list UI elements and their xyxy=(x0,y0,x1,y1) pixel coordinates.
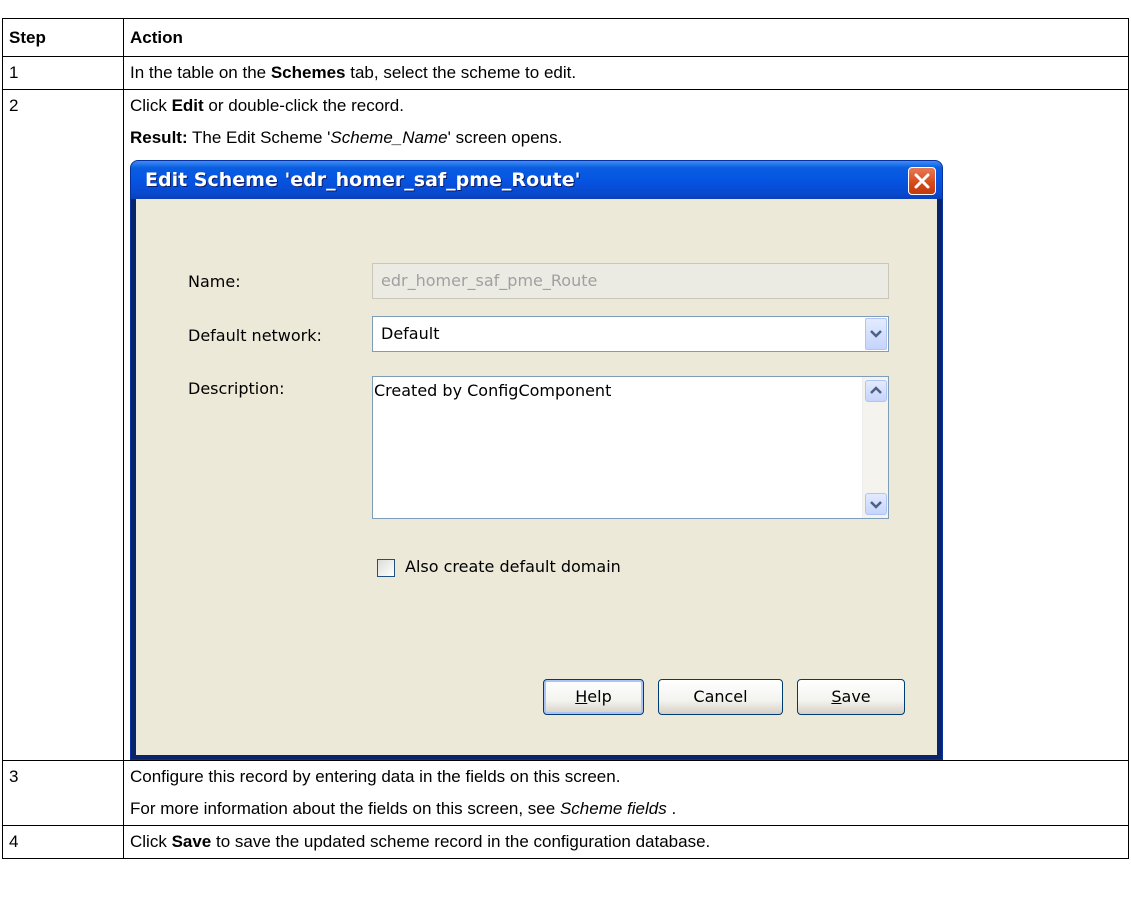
default-network-value: Default xyxy=(381,324,440,343)
step-number: 1 xyxy=(2,56,124,90)
step-number: 2 xyxy=(2,89,124,761)
text-segment: . xyxy=(666,799,677,818)
also-create-domain-checkbox[interactable] xyxy=(377,559,395,577)
dialog-title: Edit Scheme 'edr_homer_saf_pme_Route' xyxy=(145,169,581,191)
table-row: 2 Click Edit or double-click the record.… xyxy=(2,89,1129,761)
description-textarea[interactable]: Created by ConfigComponent xyxy=(372,376,889,519)
step-number: 3 xyxy=(2,760,124,826)
text-segment: The Edit Scheme ' xyxy=(187,128,331,147)
cancel-button[interactable]: Cancel xyxy=(658,679,783,715)
text-segment: ' screen opens. xyxy=(447,128,563,147)
action-text: Click Edit or double-click the record. xyxy=(130,90,1122,122)
scroll-down-button[interactable] xyxy=(865,493,887,515)
table-header-row: Step Action xyxy=(2,18,1129,57)
close-icon xyxy=(914,173,930,189)
text-segment: tab, select the scheme to edit. xyxy=(345,63,577,82)
text-segment: In the table on the xyxy=(130,63,271,82)
result-label: Result: xyxy=(130,128,188,147)
text-segment: Click xyxy=(130,96,172,115)
help-button[interactable]: Help xyxy=(543,679,644,715)
header-step: Step xyxy=(2,18,124,57)
step-number: 4 xyxy=(2,825,124,859)
default-network-label: Default network: xyxy=(188,326,322,345)
bold-term: Save xyxy=(171,832,212,851)
table-row: 1 In the table on the Schemes tab, selec… xyxy=(2,56,1129,90)
text-segment: Click xyxy=(130,832,172,851)
chevron-down-icon xyxy=(870,330,882,338)
mnemonic: H xyxy=(575,687,588,706)
description-value: Created by ConfigComponent xyxy=(374,381,612,400)
close-button[interactable] xyxy=(908,167,936,195)
italic-term: Scheme_Name xyxy=(330,128,448,147)
arrow-down-icon xyxy=(870,501,882,509)
action-text: In the table on the Schemes tab, select … xyxy=(130,57,1122,89)
dialog-titlebar[interactable]: Edit Scheme 'edr_homer_saf_pme_Route' xyxy=(131,161,942,199)
name-label: Name: xyxy=(188,272,241,291)
description-scrollbar[interactable] xyxy=(862,377,888,518)
table-row: 4 Click Save to save the updated scheme … xyxy=(2,825,1129,859)
italic-term: Scheme fields xyxy=(559,799,667,818)
checkbox-label[interactable]: Also create default domain xyxy=(405,557,621,576)
action-text: Click Save to save the updated scheme re… xyxy=(130,826,1122,858)
result-text: Result: The Edit Scheme 'Scheme_Name' sc… xyxy=(130,122,1122,154)
text-segment: or double-click the record. xyxy=(203,96,404,115)
action-cell: Click Edit or double-click the record. R… xyxy=(123,89,1129,761)
button-label: ave xyxy=(841,687,871,706)
description-label: Description: xyxy=(188,379,285,398)
action-cell: Configure this record by entering data i… xyxy=(123,760,1129,826)
action-text: For more information about the fields on… xyxy=(130,793,1122,825)
steps-table: Step Action 1 In the table on the Scheme… xyxy=(2,18,1129,859)
table-row: 3 Configure this record by entering data… xyxy=(2,760,1129,826)
default-network-select[interactable]: Default xyxy=(372,316,889,352)
action-cell: In the table on the Schemes tab, select … xyxy=(123,56,1129,90)
bold-term: Edit xyxy=(171,96,204,115)
dropdown-button[interactable] xyxy=(865,318,887,350)
header-action: Action xyxy=(123,18,1129,57)
bold-term: Schemes xyxy=(270,63,346,82)
edit-scheme-dialog: Edit Scheme 'edr_homer_saf_pme_Route' Na… xyxy=(130,160,943,760)
action-text: Configure this record by entering data i… xyxy=(130,767,621,786)
dialog-body: Name: edr_homer_saf_pme_Route Default ne… xyxy=(136,199,937,755)
arrow-up-icon xyxy=(870,386,882,394)
scroll-up-button[interactable] xyxy=(865,380,887,402)
name-field[interactable]: edr_homer_saf_pme_Route xyxy=(372,263,889,299)
mnemonic: S xyxy=(831,687,842,706)
text-segment: For more information about the fields on… xyxy=(130,799,560,818)
save-button[interactable]: Save xyxy=(797,679,905,715)
button-label: elp xyxy=(587,687,612,706)
text-segment: to save the updated scheme record in the… xyxy=(211,832,711,851)
action-cell: Click Save to save the updated scheme re… xyxy=(123,825,1129,859)
